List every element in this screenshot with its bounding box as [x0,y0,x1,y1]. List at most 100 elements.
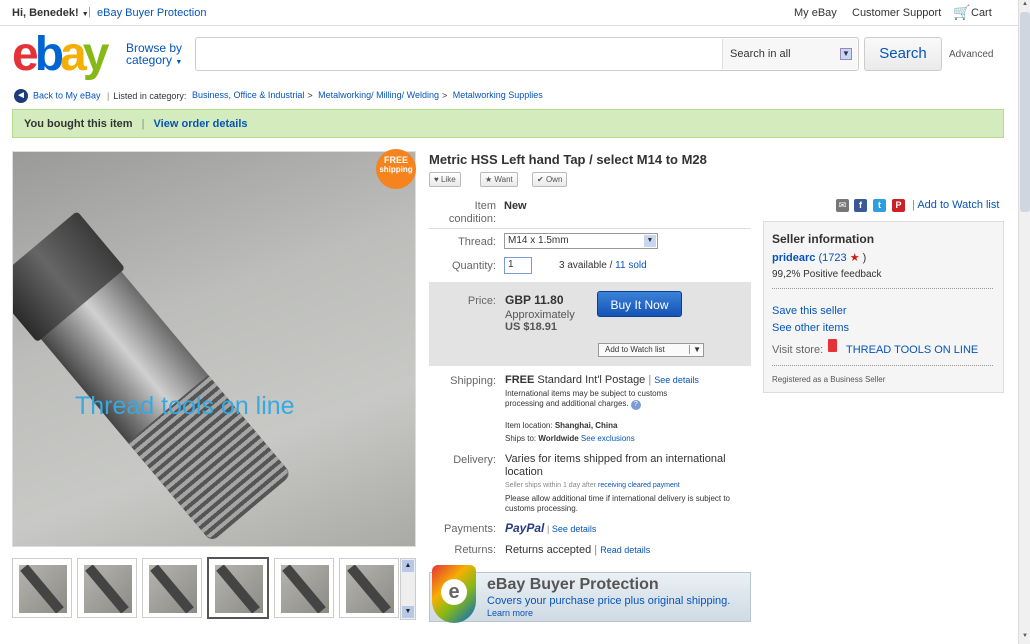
cart-link[interactable]: Cart [971,7,992,19]
shipping-label: shipping [379,165,413,174]
scroll-down-icon[interactable]: ▼ [402,606,414,618]
allow-note: Please allow additional time if internat… [505,494,731,513]
add-to-watch-list-link[interactable]: Add to Watch list [917,199,999,211]
delivery-label: Delivery: [453,454,496,466]
item-title: Metric HSS Left hand Tap / select M14 to… [429,152,707,167]
scroll-up-icon[interactable]: ▲ [1020,1,1030,11]
facebook-icon[interactable]: f [854,199,867,212]
thread-value: M14 x 1.5mm [508,235,569,246]
chevron-down-icon[interactable]: ▼ [689,345,701,354]
tap-tool-image [13,210,292,543]
shipping-details-link[interactable]: See details [654,375,699,385]
want-label: Want [494,175,513,184]
other-items-link[interactable]: See other items [772,322,849,334]
thumbnail[interactable] [339,558,399,618]
breadcrumb: ◄ Back to My eBay | Listed in category: Bu… [14,89,546,105]
returns-label: Returns: [454,544,496,556]
thread-select[interactable]: M14 x 1.5mm ▼ [504,233,658,249]
condition-label: Item condition: [448,200,496,225]
divider [772,288,993,289]
pinterest-icon[interactable]: P [892,199,905,212]
score-close: ) [862,252,867,264]
customer-support-link[interactable]: Customer Support [852,7,941,19]
delivery-value: Varies for items shipped from an interna… [505,453,726,478]
store-link[interactable]: THREAD TOOLS ON LINE [846,344,978,356]
scroll-up-icon[interactable]: ▲ [402,560,414,572]
search-button[interactable]: Search [864,37,942,71]
own-label: Own [545,175,563,184]
thread-label: Thread: [458,236,496,248]
store-icon [828,339,837,352]
ebay-logo[interactable]: ebay [12,31,109,79]
thumbnail[interactable] [77,558,137,618]
thumbnail[interactable] [12,558,72,618]
add-to-watch-list-button[interactable]: Add to Watch list ▼ [598,343,704,357]
my-ebay-link[interactable]: My eBay [794,7,837,19]
bp-learn-more-link[interactable]: Learn more [487,608,533,618]
share-watch: | Add to Watch list [912,199,1000,211]
returns-value: Returns accepted | Read details [505,544,651,556]
greeting-menu[interactable]: Hi, Benedek! ▼ [12,7,89,19]
payment-details: | See details [547,524,597,534]
main-product-image[interactable]: Thread tools on line [12,151,416,547]
payment-details-link[interactable]: See details [552,524,597,534]
returns-details-link[interactable]: Read details [600,545,650,555]
payments-label: Payments: [444,523,496,535]
crumb-business[interactable]: Business, Office & Industrial [192,90,304,100]
back-to-my-ebay-link[interactable]: Back to My eBay [33,90,101,100]
thumbnail-strip [12,557,416,620]
browse-category-button[interactable]: Browse by category ▼ [126,42,182,69]
image-watermark: Thread tools on line [75,392,295,420]
help-icon[interactable]: ? [630,400,641,410]
exclusions-link[interactable]: See exclusions [581,434,635,443]
email-icon[interactable]: ✉ [836,199,849,212]
receiving-payment-link[interactable]: receiving cleared payment [598,482,680,489]
thumbnail-image [149,565,197,613]
divider [429,228,751,229]
view-order-link[interactable]: View order details [154,118,248,130]
crumb-supplies[interactable]: Metalworking Supplies [453,90,543,100]
thumbnail-scrollbar[interactable]: ▲ ▼ [400,558,416,620]
ship-method: Standard Int'l Postage [537,374,646,386]
want-button[interactable]: ★ Want [480,172,518,187]
shield-icon: e [432,565,476,623]
cart-icon[interactable]: 🛒 [953,4,970,21]
search-category-select[interactable]: Search in all ▼ [722,39,857,69]
item-location: Item location: Shanghai, China [505,421,617,431]
advanced-search-link[interactable]: Advanced [949,49,993,60]
sold-link[interactable]: 11 sold [615,260,647,271]
approx-label: Approximately [505,309,575,321]
buyer-protection-link[interactable]: eBay Buyer Protection [97,7,206,19]
page-scrollbar[interactable]: ▲ ▼ [1018,0,1030,644]
like-button[interactable]: ♥ Like [429,172,461,187]
thumbnail[interactable] [274,558,334,618]
like-label: Like [440,175,456,184]
seller-name-link[interactable]: pridearc [772,252,815,264]
seller-name-row: pridearc (1723 ★ ) [772,251,866,264]
crumb-metalworking[interactable]: Metalworking/ Milling/ Welding [318,90,439,100]
twitter-icon[interactable]: t [873,199,886,212]
order-status-bar: You bought this item | View order detail… [12,109,1004,138]
location-value: Shanghai, China [554,421,618,430]
search-input[interactable] [197,39,717,69]
bought-label: You bought this item [24,118,133,130]
thumbnail-selected[interactable] [207,557,269,619]
tool-head [13,210,126,343]
scroll-thumb[interactable] [1020,12,1030,212]
thumbnail[interactable] [142,558,202,618]
ships-to-value: Worldwide [538,434,579,443]
bp-subtitle: Covers your purchase price plus original… [487,595,731,607]
own-button[interactable]: ✔ Own [532,172,568,187]
buy-it-now-button[interactable]: Buy It Now [597,291,682,317]
back-arrow-icon[interactable]: ◄ [14,89,28,103]
scroll-down-icon[interactable]: ▼ [1020,633,1030,643]
quantity-input[interactable]: 1 [504,257,532,274]
chevron-down-icon: ▼ [644,235,656,247]
save-seller-link[interactable]: Save this seller [772,305,847,317]
thumbnail-image [19,565,67,613]
paypal-logo: PayPal [505,521,545,535]
intl-note: International items may be subject to cu… [505,389,695,410]
free-label: FREE [383,155,408,165]
chevron-down-icon: ▼ [840,48,852,60]
feedback-score-link[interactable]: (1723 [818,252,846,264]
